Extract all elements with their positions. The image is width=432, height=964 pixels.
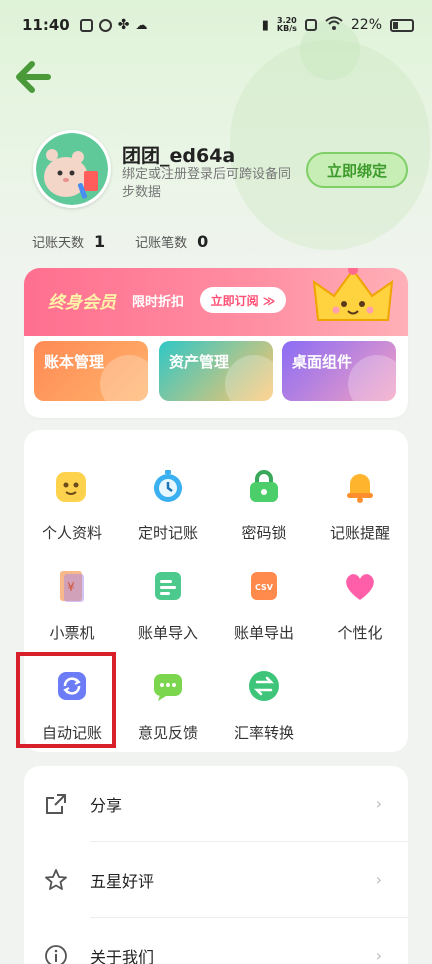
receipt-icon: ¥ [60,571,84,602]
quick-asset-management[interactable]: 资产管理 [159,341,273,401]
grid-item-feedback[interactable]: 意见反馈 [120,640,216,742]
chevron-right-icon: › [375,946,382,964]
grid-item-export[interactable]: CSV 账单导出 [216,540,312,642]
net-speed-unit: KB/s [276,24,297,33]
list-label: 五星好评 [90,872,155,891]
bell-icon [347,474,373,503]
grid-item-reminder[interactable]: 记账提醒 [312,440,408,542]
stat-days-label: 记账天数 [32,236,85,251]
stats-row: 记账天数 1 记账笔数 0 [32,232,238,251]
bind-account-button[interactable]: 立即绑定 [306,152,408,188]
status-bar: 11:40 ✤ ☁ ▮ 3.20 KB/s 22% [0,0,432,50]
exchange-icon [249,671,279,701]
quick-desktop-widgets[interactable]: 桌面组件 [282,341,396,401]
grid-item-profile[interactable]: 个人资料 [24,440,120,542]
star-icon [45,869,67,890]
back-button[interactable] [14,60,54,94]
arrow-left-icon [16,61,51,93]
list-item-about[interactable]: 关于我们 › [24,918,408,964]
sync-hint: 绑定或注册登录后可跨设备同步数据 [122,167,292,200]
quick-asset-label: 资产管理 [169,353,230,371]
subscribe-button[interactable]: 立即订阅 ≫ [200,287,286,313]
csv-export-icon: CSV [251,572,277,600]
stat-records-label: 记账笔数 [135,236,188,251]
vip-card: 终身会员 限时折扣 立即订阅 ≫ 账本管理 资产管理 桌面组件 [24,268,408,418]
smiley-face-icon [56,472,86,502]
grid-item-receipt-printer[interactable]: ¥ 小票机 [24,540,120,642]
settings-list: 分享 › 五星好评 › 关于我们 › [24,766,408,964]
hamster-avatar-icon [36,133,108,205]
notification-icons: ✤ ☁ [79,17,148,33]
import-icon [155,572,181,600]
grid-label: 汇率转换 [233,724,294,742]
book-icon [100,355,148,401]
avatar[interactable] [33,130,111,208]
stat-days-value: 1 [94,232,106,251]
vip-title: 终身会员 [48,293,116,313]
quick-ledger-management[interactable]: 账本管理 [34,341,148,401]
chevron-right-icon: › [375,870,382,889]
status-right: ▮ 3.20 KB/s 22% [262,16,414,34]
vip-subtitle: 限时折扣 [132,295,185,310]
share-icon [46,794,66,814]
sim-off-icon [304,19,317,31]
grid-label: 意见反馈 [137,724,198,742]
app-notification-icon [98,18,112,32]
heart-icon [346,574,374,600]
grid-label: 个性化 [337,624,383,642]
chevron-right-icon: › [375,794,382,813]
grid-item-import[interactable]: 账单导入 [120,540,216,642]
quick-ledger-label: 账本管理 [44,353,105,371]
battery-icon [390,18,414,32]
grid-item-password-lock[interactable]: 密码锁 [216,440,312,542]
battery-percent: 22% [350,17,382,33]
lock-icon [250,470,278,502]
grid-item-scheduled[interactable]: 定时记账 [120,440,216,542]
timer-icon [154,470,182,502]
quick-widgets-label: 桌面组件 [292,353,353,371]
highlight-annotation [16,652,116,748]
svg-text:CSV: CSV [255,583,274,592]
vip-banner[interactable]: 终身会员 限时折扣 立即订阅 ≫ [24,268,408,336]
grid-item-currency-exchange[interactable]: 汇率转换 [216,640,312,742]
list-item-rate[interactable]: 五星好评 › [24,842,408,918]
list-label: 分享 [90,796,123,815]
chat-bubble-icon [154,674,182,701]
username: 团团_ed64a [122,145,236,167]
status-time: 11:40 [22,16,70,34]
stat-records-value: 0 [197,232,209,251]
svg-text:¥: ¥ [67,580,75,594]
info-icon [45,945,67,964]
wifi-icon [325,16,343,34]
vibrate-icon: ▮ [261,17,269,33]
clover-icon: ✤ [117,17,130,33]
crown-mascot-icon [312,268,394,321]
yen-coin-icon [225,355,273,401]
widget-icon [348,355,396,401]
grid-item-personalize[interactable]: 个性化 [312,540,408,642]
gallery-icon [79,18,93,32]
net-speed: 3.20 KB/s [277,17,297,33]
list-item-share[interactable]: 分享 › [24,766,408,842]
cloud-icon: ☁ [135,18,148,32]
list-label: 关于我们 [90,948,155,964]
